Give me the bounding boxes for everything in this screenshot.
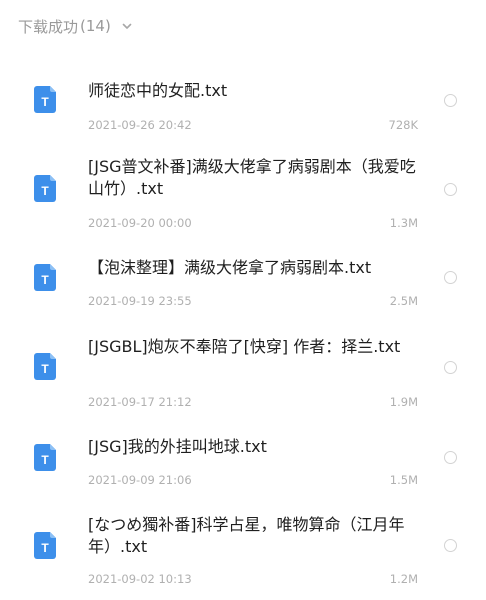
svg-text:T: T: [41, 362, 49, 376]
svg-text:T: T: [41, 541, 49, 555]
file-size: 728K: [388, 118, 419, 132]
file-size: 1.5M: [389, 473, 418, 487]
select-radio[interactable]: [444, 361, 457, 374]
select-radio[interactable]: [444, 94, 457, 107]
file-size: 1.3M: [389, 216, 418, 230]
txt-file-icon: T: [34, 86, 56, 113]
select-radio[interactable]: [444, 539, 457, 552]
file-date: 2021-09-02 10:13: [88, 572, 192, 586]
file-name: 师徒恋中的女配.txt: [88, 81, 228, 100]
txt-file-icon: T: [34, 353, 56, 380]
txt-file-icon: T: [34, 444, 56, 471]
select-radio[interactable]: [444, 271, 457, 284]
svg-text:T: T: [41, 453, 49, 467]
select-radio[interactable]: [444, 451, 457, 464]
svg-text:T: T: [41, 95, 49, 109]
file-date: 2021-09-20 00:00: [88, 216, 192, 230]
svg-text:T: T: [41, 273, 49, 287]
file-size: 1.2M: [389, 572, 418, 586]
section-title: 下载成功: [18, 17, 79, 36]
file-name: [JSGBL]炮灰不奉陪了[快穿] 作者：择兰.txt: [88, 337, 401, 356]
chevron-down-icon: [121, 20, 133, 32]
file-date: 2021-09-09 21:06: [88, 473, 192, 487]
file-name: [JSG]我的外挂叫地球.txt: [88, 437, 267, 456]
file-name: [なつめ獨补番]科学占星，唯物算命（江月年年）.txt: [88, 515, 405, 556]
file-date: 2021-09-26 20:42: [88, 118, 192, 132]
file-name: 【泡沫整理】满级大佬拿了病弱剧本.txt: [88, 258, 372, 277]
download-count: (14): [80, 17, 111, 35]
file-name: [JSG普文补番]满级大佬拿了病弱剧本（我爱吃山竹）.txt: [88, 157, 416, 198]
file-size: 1.9M: [389, 395, 418, 409]
file-date: 2021-09-19 23:55: [88, 294, 192, 308]
file-size: 2.5M: [389, 294, 418, 308]
txt-file-icon: T: [34, 532, 56, 559]
txt-file-icon: T: [34, 175, 56, 202]
select-radio[interactable]: [444, 183, 457, 196]
download-success-header[interactable]: 下载成功 (14): [18, 14, 133, 38]
file-date: 2021-09-17 21:12: [88, 395, 192, 409]
txt-file-icon: T: [34, 264, 56, 291]
svg-text:T: T: [41, 184, 49, 198]
